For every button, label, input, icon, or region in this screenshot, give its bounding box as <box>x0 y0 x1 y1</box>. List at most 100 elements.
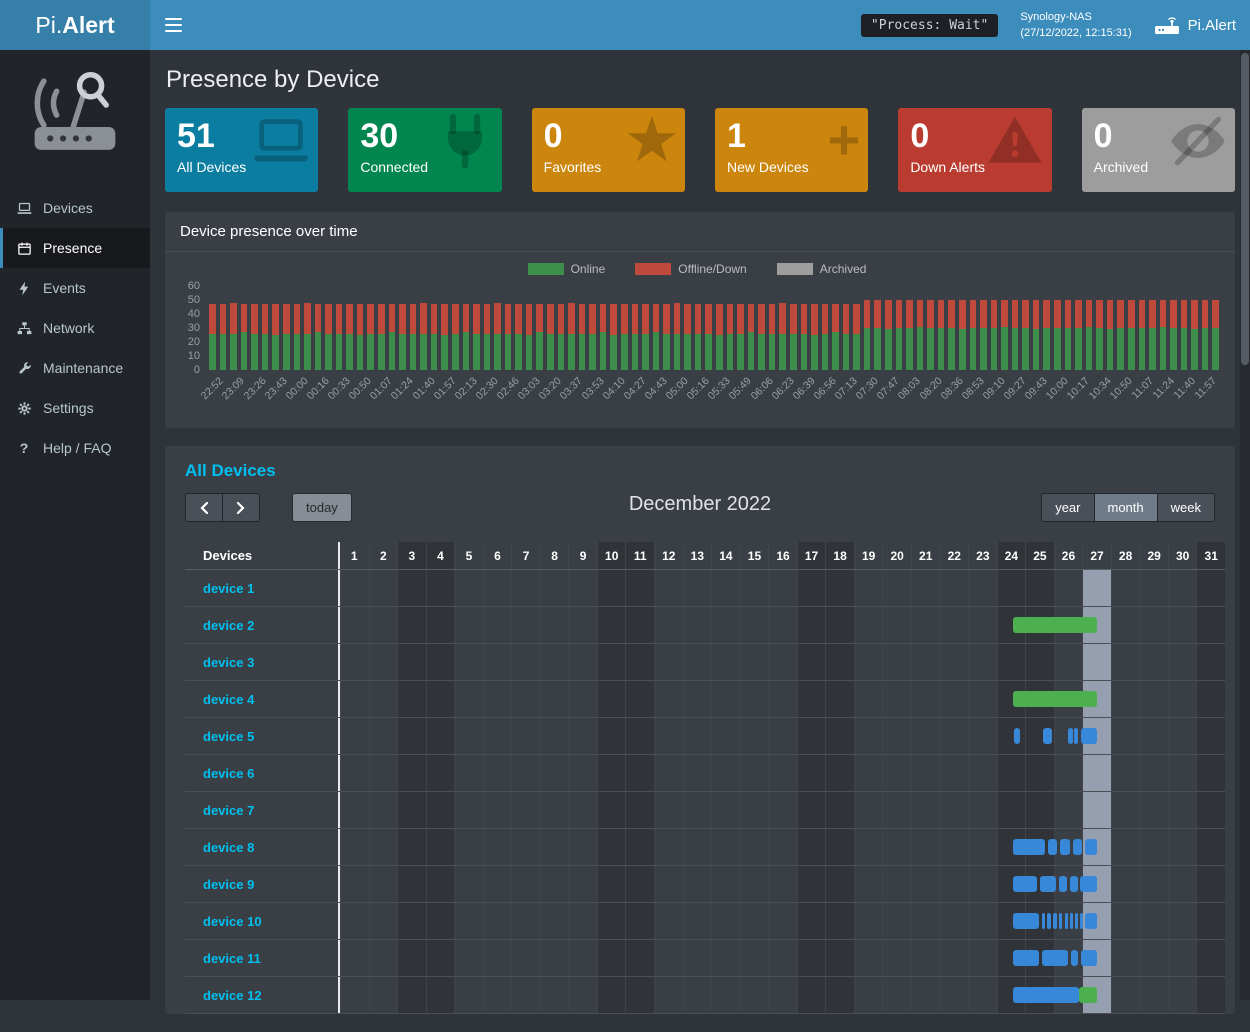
app-logo[interactable]: Pi.Alert <box>0 0 150 50</box>
device-link[interactable]: device 4 <box>203 692 254 707</box>
online-segment <box>494 334 501 370</box>
presence-bar[interactable] <box>1014 728 1020 744</box>
presence-bar[interactable] <box>1080 876 1097 892</box>
presence-bar[interactable] <box>1065 913 1068 929</box>
sidebar-toggle-button[interactable] <box>150 0 196 50</box>
chart-bar <box>970 286 977 370</box>
online-segment <box>811 335 818 370</box>
chart-bar <box>1065 286 1072 370</box>
day-header: 2 <box>369 542 398 569</box>
presence-bar[interactable] <box>1043 728 1052 744</box>
legend-item-online[interactable]: Online <box>528 262 606 276</box>
summary-box-all-devices[interactable]: 51All Devices <box>165 108 318 192</box>
presence-bar[interactable] <box>1013 839 1045 855</box>
online-segment <box>589 334 596 370</box>
day-header: 5 <box>454 542 483 569</box>
offline-segment <box>632 304 639 333</box>
chart-bar <box>526 286 533 370</box>
device-row: device 7 <box>185 792 1225 829</box>
scrollbar-thumb[interactable] <box>1241 53 1249 365</box>
offline-segment <box>209 304 216 333</box>
presence-bar[interactable] <box>1013 950 1039 966</box>
offline-segment <box>1086 300 1093 327</box>
device-link[interactable]: device 1 <box>203 581 254 596</box>
presence-bar[interactable] <box>1013 876 1037 892</box>
presence-bar[interactable] <box>1075 913 1078 929</box>
presence-bar[interactable] <box>1013 617 1096 633</box>
online-segment <box>970 328 977 370</box>
presence-bar[interactable] <box>1013 987 1079 1003</box>
presence-bar[interactable] <box>1060 839 1070 855</box>
presence-bar[interactable] <box>1074 728 1078 744</box>
presence-bar[interactable] <box>1059 876 1067 892</box>
presence-bar[interactable] <box>1068 728 1073 744</box>
view-week-button[interactable]: week <box>1158 493 1215 522</box>
summary-box-new-devices[interactable]: 1New Devices+ <box>715 108 868 192</box>
presence-bar[interactable] <box>1070 876 1078 892</box>
device-link[interactable]: device 6 <box>203 766 254 781</box>
device-link[interactable]: device 9 <box>203 877 254 892</box>
presence-bar[interactable] <box>1079 987 1096 1003</box>
legend-item-offline-down[interactable]: Offline/Down <box>635 262 746 276</box>
view-month-button[interactable]: month <box>1095 493 1158 522</box>
presence-bar[interactable] <box>1085 839 1097 855</box>
header-brand-link[interactable]: Pi.Alert <box>1154 15 1236 35</box>
device-link[interactable]: device 2 <box>203 618 254 633</box>
sidebar-item-maintenance[interactable]: Maintenance <box>0 348 150 388</box>
device-link[interactable]: device 11 <box>203 951 261 966</box>
prev-button[interactable] <box>185 493 223 522</box>
online-segment <box>251 334 258 370</box>
offline-segment <box>801 304 808 333</box>
presence-bar[interactable] <box>1071 950 1078 966</box>
presence-bar[interactable] <box>1085 913 1096 929</box>
summary-box-favorites[interactable]: 0Favorites★ <box>532 108 685 192</box>
device-link[interactable]: device 12 <box>203 988 262 1003</box>
chart-bar <box>463 286 470 370</box>
device-link[interactable]: device 10 <box>203 914 262 929</box>
sidebar-item-help-faq[interactable]: ?Help / FAQ <box>0 428 150 468</box>
presence-bars-layer <box>340 718 1225 754</box>
offline-segment <box>843 304 850 333</box>
online-segment <box>948 328 955 370</box>
presence-bar[interactable] <box>1040 876 1056 892</box>
view-year-button[interactable]: year <box>1041 493 1094 522</box>
sidebar-item-events[interactable]: Events <box>0 268 150 308</box>
device-link[interactable]: device 8 <box>203 840 254 855</box>
device-link[interactable]: device 7 <box>203 803 254 818</box>
offline-segment <box>1181 300 1188 328</box>
presence-bar[interactable] <box>1042 950 1068 966</box>
presence-bar[interactable] <box>1013 691 1096 707</box>
today-button[interactable]: today <box>292 493 352 522</box>
presence-bar[interactable] <box>1053 913 1056 929</box>
next-button[interactable] <box>223 493 260 522</box>
online-segment <box>463 332 470 370</box>
presence-bar[interactable] <box>1070 913 1073 929</box>
presence-bar[interactable] <box>1073 839 1082 855</box>
device-link[interactable]: device 5 <box>203 729 254 744</box>
device-name-cell: device 2 <box>185 607 340 643</box>
presence-bar[interactable] <box>1081 728 1097 744</box>
summary-box-connected[interactable]: 30Connected <box>348 108 501 192</box>
legend-item-archived[interactable]: Archived <box>777 262 867 276</box>
online-segment <box>1170 328 1177 370</box>
sidebar-item-presence[interactable]: Presence <box>0 228 150 268</box>
presence-bar[interactable] <box>1013 913 1039 929</box>
online-segment <box>325 334 332 370</box>
sidebar-item-network[interactable]: Network <box>0 308 150 348</box>
sidebar-item-settings[interactable]: Settings <box>0 388 150 428</box>
summary-box-archived[interactable]: 0Archived <box>1082 108 1235 192</box>
presence-bar[interactable] <box>1080 913 1083 929</box>
chart-bar <box>1160 286 1167 370</box>
presence-bar[interactable] <box>1081 950 1097 966</box>
presence-bar[interactable] <box>1048 839 1057 855</box>
chart-bar <box>748 286 755 370</box>
summary-box-down-alerts[interactable]: 0Down Alerts <box>898 108 1051 192</box>
presence-bar[interactable] <box>1059 913 1062 929</box>
sidebar-item-devices[interactable]: Devices <box>0 188 150 228</box>
online-segment <box>642 334 649 370</box>
online-segment <box>389 332 396 370</box>
presence-bar[interactable] <box>1042 913 1045 929</box>
day-header: 28 <box>1111 542 1140 569</box>
presence-bar[interactable] <box>1047 913 1050 929</box>
device-link[interactable]: device 3 <box>203 655 254 670</box>
